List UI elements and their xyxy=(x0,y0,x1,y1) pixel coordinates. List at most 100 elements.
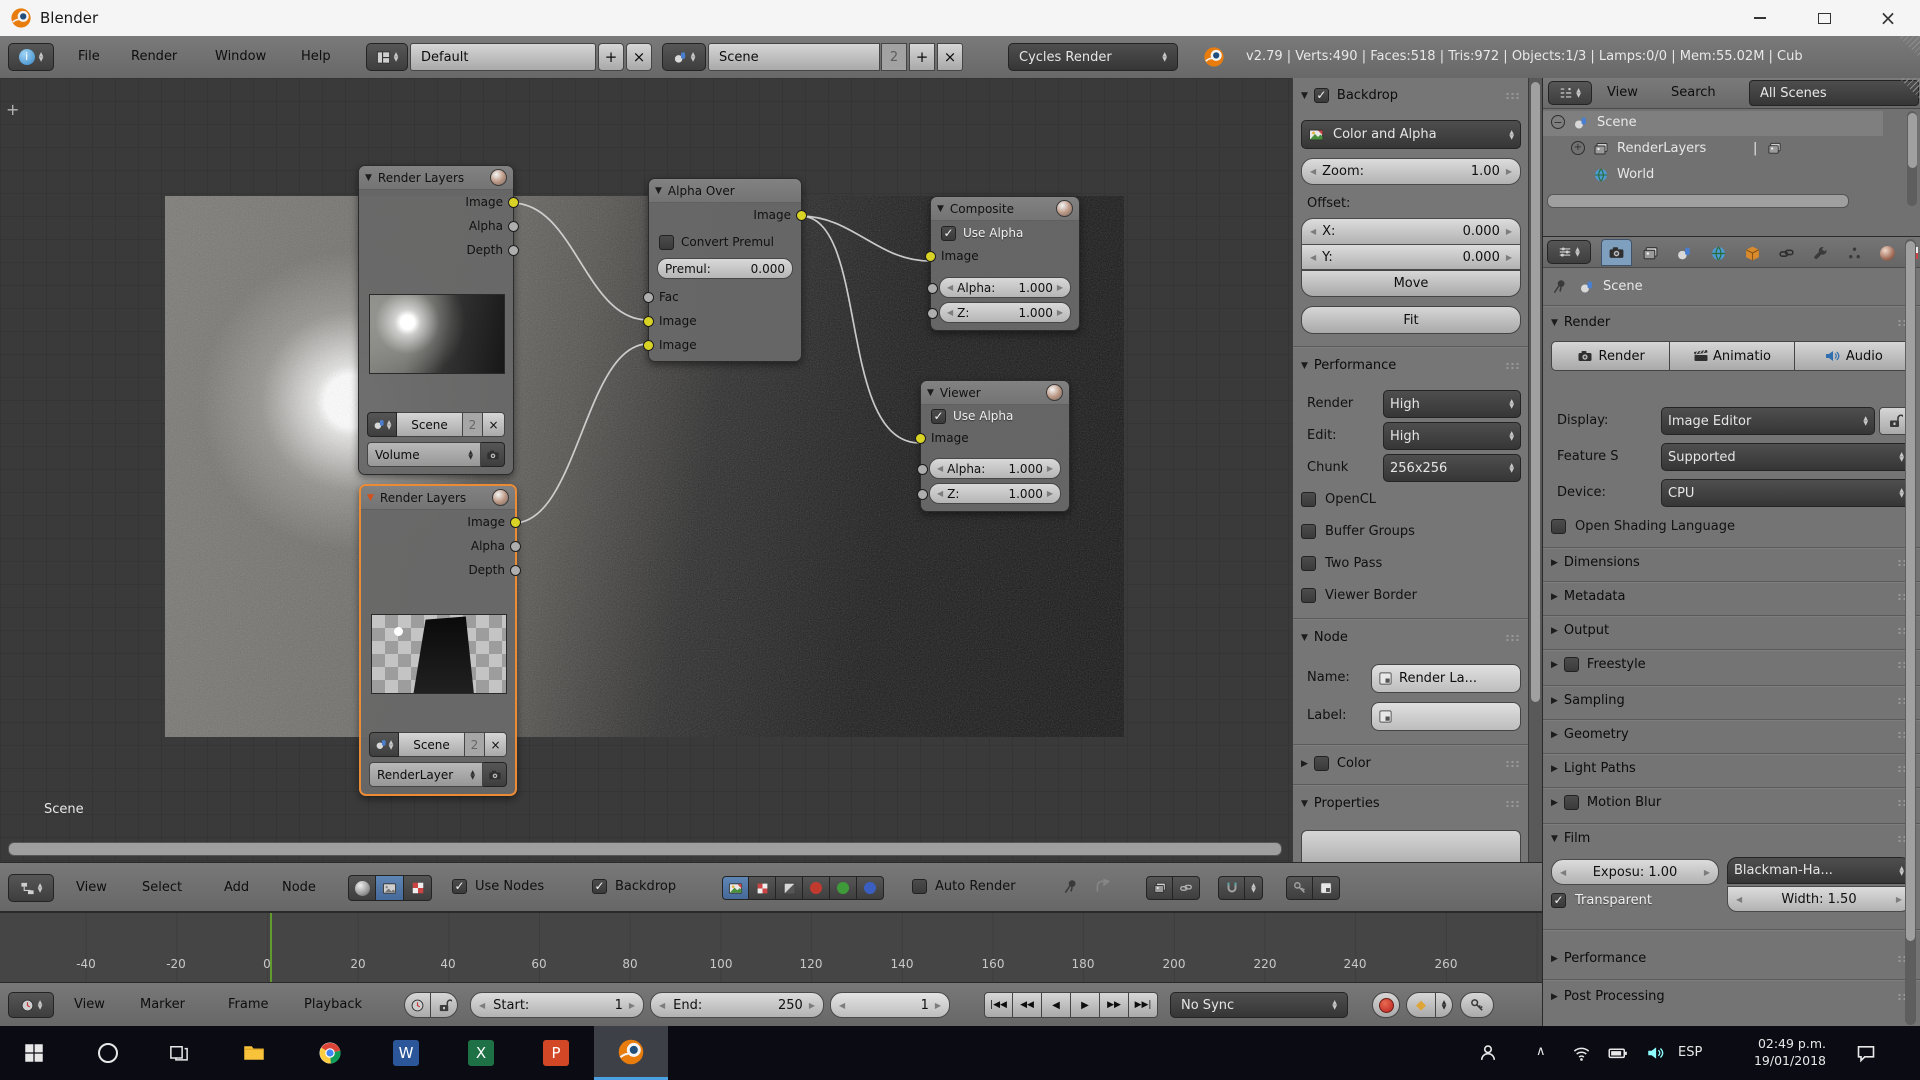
vertical-scrollbar[interactable] xyxy=(1528,78,1542,862)
panel-drag-icon[interactable] xyxy=(1505,800,1521,808)
time-display-toggle[interactable] xyxy=(404,992,431,1018)
backdrop-zoom-slider[interactable]: ◀Zoom:1.00▶ xyxy=(1301,158,1521,185)
snap-toggle-button[interactable] xyxy=(1218,876,1245,900)
render-animation-button[interactable]: Animatio xyxy=(1670,341,1794,371)
lock-range-toggle[interactable] xyxy=(431,992,458,1018)
layout-name-field[interactable]: Default xyxy=(410,43,596,71)
increment-icon[interactable]: ▶ xyxy=(1704,868,1710,877)
input-socket-alpha[interactable] xyxy=(917,464,928,475)
collapse-icon[interactable]: ▼ xyxy=(937,204,944,214)
color-checkbox[interactable] xyxy=(1314,756,1329,771)
compositing-nodes-tab[interactable] xyxy=(376,875,404,901)
decrement-icon[interactable]: ◀ xyxy=(1310,167,1316,176)
decrement-icon[interactable]: ◀ xyxy=(937,489,943,498)
increment-icon[interactable]: ▶ xyxy=(1506,167,1512,176)
panel-drag-icon[interactable] xyxy=(1505,92,1521,100)
maximize-button[interactable] xyxy=(1792,0,1856,36)
two-pass-checkbox[interactable] xyxy=(1301,556,1316,571)
render-audio-button[interactable]: Audio xyxy=(1795,341,1913,371)
jump-to-start-button[interactable]: |◀◀ xyxy=(984,992,1013,1018)
tab-render-layers[interactable] xyxy=(1635,241,1666,265)
sampling-panel-header[interactable]: ▶Sampling xyxy=(1551,693,1913,708)
motion-blur-panel-header[interactable]: ▶Motion Blur xyxy=(1551,795,1913,810)
menu-select[interactable]: Select xyxy=(142,880,182,895)
menu-marker[interactable]: Marker xyxy=(140,997,185,1012)
scene-browse-button[interactable] xyxy=(367,412,397,437)
input-socket-image[interactable] xyxy=(915,433,926,444)
insert-keyframe-button[interactable] xyxy=(1460,992,1494,1018)
alpha-slider[interactable]: ◀Alpha:1.000▶ xyxy=(939,277,1071,298)
layout-browse-button[interactable] xyxy=(366,43,408,71)
powerpoint-button[interactable]: P xyxy=(538,1026,574,1080)
snap-mode-dropdown[interactable] xyxy=(1245,876,1263,900)
go-to-parent-icon[interactable] xyxy=(1094,878,1112,896)
cortana-button[interactable] xyxy=(90,1026,126,1080)
output-socket-image[interactable] xyxy=(508,197,519,208)
collapse-icon[interactable]: − xyxy=(1551,115,1565,129)
decrement-icon[interactable]: ◀ xyxy=(1560,868,1566,877)
backdrop-checkbox[interactable] xyxy=(1314,88,1329,103)
toolbar-expand-icon[interactable]: + xyxy=(6,100,19,119)
color-panel-header[interactable]: ▶Color xyxy=(1301,756,1521,771)
input-socket-image1[interactable] xyxy=(643,316,654,327)
freestyle-panel-header[interactable]: ▶Freestyle xyxy=(1551,657,1913,672)
dimensions-panel-header[interactable]: ▶Dimensions xyxy=(1551,555,1913,570)
scrollbar-thumb[interactable] xyxy=(1906,241,1915,941)
tab-material[interactable] xyxy=(1873,241,1901,265)
expand-icon[interactable]: + xyxy=(1571,141,1585,155)
opencl-checkbox[interactable] xyxy=(1301,492,1316,507)
language-indicator[interactable]: ESP xyxy=(1678,1045,1702,1060)
preview-toggle-icon[interactable] xyxy=(1046,384,1063,401)
output-socket-alpha[interactable] xyxy=(508,221,519,232)
scene-users-count[interactable]: 2 xyxy=(881,43,907,71)
scene-field[interactable]: Scene xyxy=(399,732,465,757)
post-processing-panel-header[interactable]: ▶Post Processing xyxy=(1551,989,1913,1004)
node-alpha-over[interactable]: ▼Alpha Over Image Convert Premul Premul:… xyxy=(648,178,802,362)
decrement-icon[interactable]: ◀ xyxy=(1310,253,1316,262)
z-slider[interactable]: ◀Z:1.000▶ xyxy=(939,302,1071,323)
chunk-size-dropdown[interactable]: 256x256 xyxy=(1383,454,1521,482)
fit-button[interactable]: Fit xyxy=(1301,306,1521,334)
next-keyframe-button[interactable]: ▶▶ xyxy=(1100,992,1129,1018)
blender-taskbar-button[interactable] xyxy=(594,1026,668,1080)
outliner-row-renderlayers[interactable]: + RenderLayers | xyxy=(1543,137,1883,162)
menu-node[interactable]: Node xyxy=(282,880,316,895)
increment-icon[interactable]: ▶ xyxy=(1047,464,1053,473)
input-socket-z[interactable] xyxy=(917,489,928,500)
menu-add[interactable]: Add xyxy=(224,880,249,895)
show-hidden-icons-chevron[interactable]: ∧ xyxy=(1536,1044,1546,1059)
keying-set-stepper[interactable] xyxy=(1436,992,1453,1018)
collapse-icon[interactable]: ▼ xyxy=(365,173,372,183)
performance-panel-header[interactable]: ▶Performance xyxy=(1551,951,1913,966)
device-dropdown[interactable]: CPU xyxy=(1661,479,1911,507)
outliner-vscrollbar[interactable] xyxy=(1907,111,1917,206)
node-render-layers-2[interactable]: ▼Render Layers Image Alpha Depth Scene 2… xyxy=(359,484,517,796)
decrement-icon[interactable]: ◀ xyxy=(1736,895,1742,904)
clock[interactable]: 02:49 p.m. 19/01/2018 xyxy=(1718,1035,1826,1069)
file-explorer-button[interactable] xyxy=(236,1026,272,1080)
editor-type-button-timeline[interactable] xyxy=(8,992,54,1018)
decrement-icon[interactable]: ◀ xyxy=(839,1001,845,1010)
panel-drag-icon[interactable] xyxy=(1505,760,1521,768)
volume-button[interactable] xyxy=(1638,1026,1672,1080)
input-socket-alpha[interactable] xyxy=(927,283,938,294)
increment-icon[interactable]: ▶ xyxy=(1896,895,1902,904)
backimage-move-button[interactable] xyxy=(1146,876,1173,900)
output-socket-image[interactable] xyxy=(796,210,807,221)
output-panel-header[interactable]: ▶Output xyxy=(1551,623,1913,638)
render-layers-mini-icon[interactable] xyxy=(1767,141,1782,156)
chrome-button[interactable] xyxy=(312,1026,348,1080)
unlink-button[interactable]: × xyxy=(483,412,505,437)
texture-nodes-tab[interactable] xyxy=(404,875,432,901)
backdrop-channel-alpha[interactable] xyxy=(776,876,803,900)
scene-add-button[interactable]: + xyxy=(909,43,935,71)
node-editor-canvas[interactable]: + Scene ▼Render Layers Image Alpha Depth… xyxy=(0,78,1292,862)
jump-to-end-button[interactable]: ▶▶| xyxy=(1129,992,1158,1018)
timeline-canvas[interactable]: -40 -20 0 20 40 60 80 100 120 140 160 18… xyxy=(0,912,1542,982)
performance-panel-header[interactable]: ▼Performance xyxy=(1301,358,1521,373)
layout-add-button[interactable]: + xyxy=(598,43,624,71)
backdrop-channel-blue[interactable] xyxy=(857,876,884,900)
frame-start-field[interactable]: ◀Start:1▶ xyxy=(470,992,644,1018)
minimize-button[interactable] xyxy=(1728,0,1792,36)
backdrop-channel-color[interactable] xyxy=(722,876,749,900)
